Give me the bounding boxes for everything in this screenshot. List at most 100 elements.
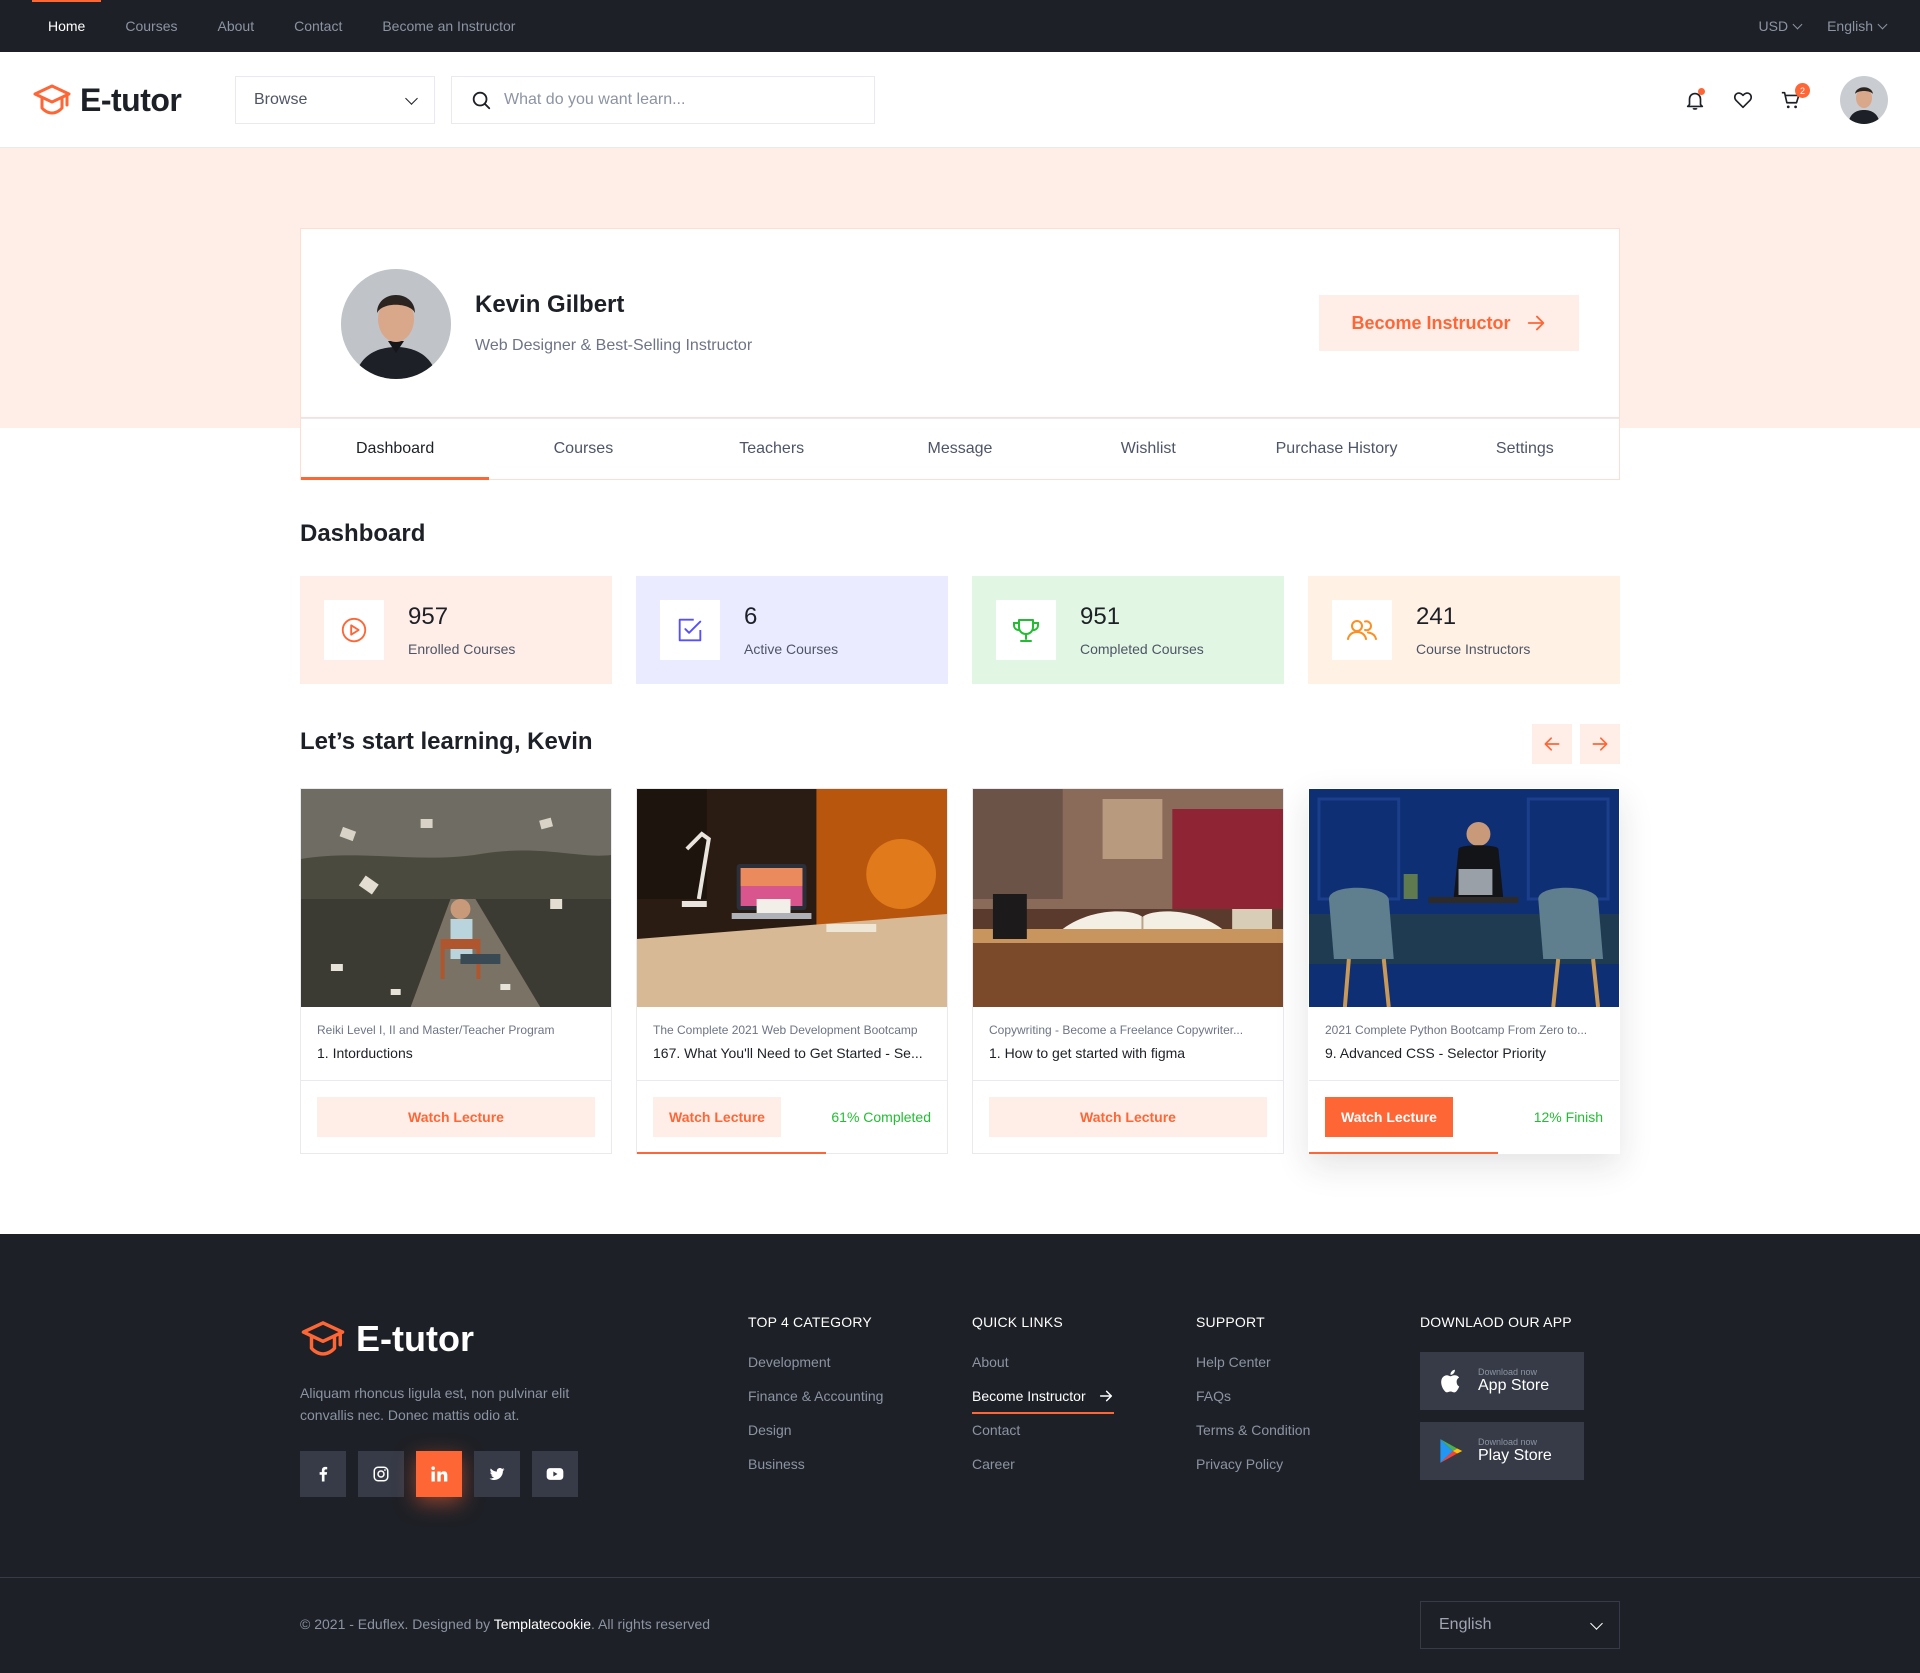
footer-language-select[interactable]: English bbox=[1420, 1601, 1620, 1649]
footer-link-business[interactable]: Business bbox=[748, 1454, 883, 1488]
search-icon bbox=[472, 91, 491, 110]
top-nav-contact[interactable]: Contact bbox=[278, 0, 358, 52]
chevron-down-icon bbox=[1792, 19, 1803, 29]
footer-column-title: TOP 4 CATEGORY bbox=[748, 1314, 872, 1330]
course-card: 2021 Complete Python Bootcamp From Zero … bbox=[1308, 788, 1620, 1154]
notification-dot bbox=[1698, 88, 1705, 95]
twitter-button[interactable] bbox=[474, 1451, 520, 1497]
top-nav-selectors: USD English bbox=[1759, 0, 1888, 52]
footer-column-support: SUPPORT Help Center FAQs Terms & Conditi… bbox=[1196, 1314, 1310, 1488]
footer-link-contact[interactable]: Contact bbox=[972, 1420, 1114, 1454]
linkedin-icon bbox=[431, 1466, 448, 1482]
stat-icon-box bbox=[660, 600, 720, 660]
tab-teachers[interactable]: Teachers bbox=[678, 419, 866, 479]
footer-column-app: DOWNLAOD OUR APP Download now App Store … bbox=[1420, 1314, 1584, 1492]
stat-value: 951 bbox=[1080, 603, 1121, 630]
watch-lecture-button[interactable]: Watch Lecture bbox=[317, 1097, 595, 1137]
become-instructor-button[interactable]: Become Instructor bbox=[1319, 295, 1579, 351]
footer-link-privacy[interactable]: Privacy Policy bbox=[1196, 1454, 1310, 1488]
top-nav-courses[interactable]: Courses bbox=[109, 0, 193, 52]
footer-column-title: QUICK LINKS bbox=[972, 1314, 1063, 1330]
carousel-controls bbox=[1532, 724, 1620, 764]
notifications-button[interactable] bbox=[1682, 87, 1708, 113]
currency-select[interactable]: USD bbox=[1759, 18, 1803, 34]
footer-brand-logo[interactable]: E-tutor bbox=[300, 1316, 474, 1362]
tab-message[interactable]: Message bbox=[866, 419, 1054, 479]
footer-link-about[interactable]: About bbox=[972, 1352, 1114, 1386]
become-instructor-label: Become Instructor bbox=[1351, 312, 1511, 333]
top-nav-home[interactable]: Home bbox=[32, 0, 102, 52]
search-box bbox=[451, 76, 875, 124]
footer-language-value: English bbox=[1439, 1616, 1492, 1633]
footer-link-design[interactable]: Design bbox=[748, 1420, 883, 1454]
youtube-button[interactable] bbox=[532, 1451, 578, 1497]
brand-logo[interactable]: E-tutor bbox=[32, 80, 182, 120]
watch-lecture-button[interactable]: Watch Lecture bbox=[653, 1097, 781, 1137]
app-store-label: App Store bbox=[1478, 1377, 1550, 1394]
stat-completed-courses: 951 Completed Courses bbox=[972, 576, 1284, 684]
progress-label: 61% Completed bbox=[831, 1109, 931, 1125]
watch-lecture-button[interactable]: Watch Lecture bbox=[989, 1097, 1267, 1137]
course-name: The Complete 2021 Web Development Bootca… bbox=[653, 1023, 918, 1037]
youtube-icon bbox=[546, 1468, 564, 1480]
designer-link[interactable]: Templatecookie bbox=[494, 1616, 591, 1632]
user-avatar[interactable] bbox=[1840, 76, 1888, 124]
tab-wishlist[interactable]: Wishlist bbox=[1054, 419, 1242, 479]
linkedin-button[interactable] bbox=[416, 1451, 462, 1497]
footer-link-active-underline: Become Instructor bbox=[972, 1388, 1114, 1414]
wishlist-button[interactable] bbox=[1730, 87, 1756, 113]
footer-link-help-center[interactable]: Help Center bbox=[1196, 1352, 1310, 1386]
top-navigation-bar: Home Courses About Contact Become an Ins… bbox=[0, 0, 1920, 52]
footer-description: Aliquam rhoncus ligula est, non pulvinar… bbox=[300, 1385, 570, 1423]
social-links bbox=[300, 1451, 578, 1497]
footer-link-development[interactable]: Development bbox=[748, 1352, 883, 1386]
course-info: 2021 Complete Python Bootcamp From Zero … bbox=[1309, 1007, 1619, 1081]
tab-courses[interactable]: Courses bbox=[489, 419, 677, 479]
top-nav-links: Home Courses About Contact Become an Ins… bbox=[32, 0, 539, 52]
course-info: Copywriting - Become a Freelance Copywri… bbox=[973, 1007, 1283, 1081]
search-input[interactable] bbox=[504, 91, 844, 109]
stat-course-instructors: 241 Course Instructors bbox=[1308, 576, 1620, 684]
tab-dashboard[interactable]: Dashboard bbox=[301, 419, 490, 480]
footer-link-faqs[interactable]: FAQs bbox=[1196, 1386, 1310, 1420]
footer-link-become-instructor[interactable]: Become Instructor bbox=[972, 1386, 1114, 1420]
heart-icon bbox=[1733, 92, 1753, 109]
arrow-right-icon bbox=[1592, 737, 1608, 751]
trophy-icon bbox=[1013, 619, 1039, 642]
watch-lecture-button[interactable]: Watch Lecture bbox=[1325, 1097, 1453, 1137]
cart-count-badge: 2 bbox=[1795, 83, 1810, 98]
app-store-button[interactable]: Download now App Store bbox=[1420, 1352, 1584, 1410]
stat-label: Active Courses bbox=[744, 641, 839, 657]
stat-icon-box bbox=[996, 600, 1056, 660]
language-select[interactable]: English bbox=[1827, 18, 1888, 34]
play-store-small-label: Download now bbox=[1478, 1437, 1538, 1447]
lecture-title: 167. What You'll Need to Get Started - S… bbox=[653, 1045, 923, 1061]
top-nav-about[interactable]: About bbox=[202, 0, 271, 52]
instagram-button[interactable] bbox=[358, 1451, 404, 1497]
carousel-next-button[interactable] bbox=[1580, 724, 1620, 764]
tab-purchase-history[interactable]: Purchase History bbox=[1242, 419, 1430, 479]
graduation-cap-icon bbox=[301, 1321, 345, 1356]
stat-value: 241 bbox=[1416, 603, 1457, 630]
stat-icon-box bbox=[1332, 600, 1392, 660]
footer-link-career[interactable]: Career bbox=[972, 1454, 1114, 1488]
course-card-footer: Watch Lecture 12% Finish bbox=[1309, 1081, 1619, 1153]
cart-button[interactable]: 2 bbox=[1778, 83, 1810, 113]
browse-dropdown[interactable]: Browse bbox=[235, 76, 435, 124]
lecture-title: 9. Advanced CSS - Selector Priority bbox=[1325, 1045, 1546, 1061]
copyright-prefix: © 2021 - Eduflex. Designed by bbox=[300, 1616, 491, 1632]
footer-link-terms[interactable]: Terms & Condition bbox=[1196, 1420, 1310, 1454]
stat-value: 957 bbox=[408, 603, 449, 630]
chevron-down-icon bbox=[405, 91, 418, 105]
lecture-title: 1. Intorductions bbox=[317, 1045, 413, 1061]
carousel-prev-button[interactable] bbox=[1532, 724, 1572, 764]
tab-settings[interactable]: Settings bbox=[1431, 419, 1619, 479]
footer-column-categories: TOP 4 CATEGORY Development Finance & Acc… bbox=[748, 1314, 883, 1488]
copyright-suffix: . All rights reserved bbox=[591, 1616, 711, 1632]
facebook-button[interactable] bbox=[300, 1451, 346, 1497]
twitter-icon bbox=[489, 1467, 505, 1480]
browse-label: Browse bbox=[254, 91, 308, 108]
footer-link-finance[interactable]: Finance & Accounting bbox=[748, 1386, 883, 1420]
play-store-button[interactable]: Download now Play Store bbox=[1420, 1422, 1584, 1480]
top-nav-become-instructor[interactable]: Become an Instructor bbox=[366, 0, 531, 52]
